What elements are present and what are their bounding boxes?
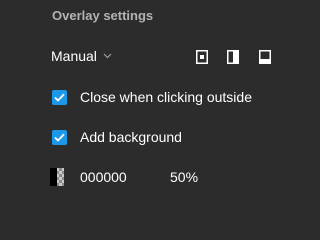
checkmark-icon — [54, 133, 65, 142]
add-background-label: Add background — [80, 129, 182, 145]
overlay-mode-dropdown[interactable]: Manual — [51, 48, 112, 64]
background-color-swatch[interactable] — [50, 168, 64, 186]
close-on-click-outside-label: Close when clicking outside — [80, 89, 252, 105]
overlay-center-icon[interactable] — [192, 47, 212, 67]
overlay-right-icon[interactable] — [223, 47, 243, 67]
checkmark-icon — [54, 93, 65, 102]
overlay-bottom-icon[interactable] — [255, 47, 275, 67]
background-color-hex[interactable]: 000000 — [80, 169, 150, 185]
overlay-settings-panel: Overlay settings Manual Close when click… — [0, 0, 300, 210]
swatch-solid-half — [50, 168, 57, 186]
background-fill-row: 000000 50% — [50, 168, 198, 186]
add-background-option[interactable]: Add background — [52, 129, 182, 145]
chevron-down-icon — [103, 53, 112, 59]
close-on-click-outside-checkbox[interactable] — [52, 89, 67, 105]
background-opacity[interactable]: 50% — [170, 169, 198, 185]
close-on-click-outside-option[interactable]: Close when clicking outside — [52, 89, 252, 105]
overlay-mode-value: Manual — [51, 48, 97, 64]
add-background-checkbox[interactable] — [52, 129, 67, 145]
panel-title: Overlay settings — [52, 8, 154, 23]
